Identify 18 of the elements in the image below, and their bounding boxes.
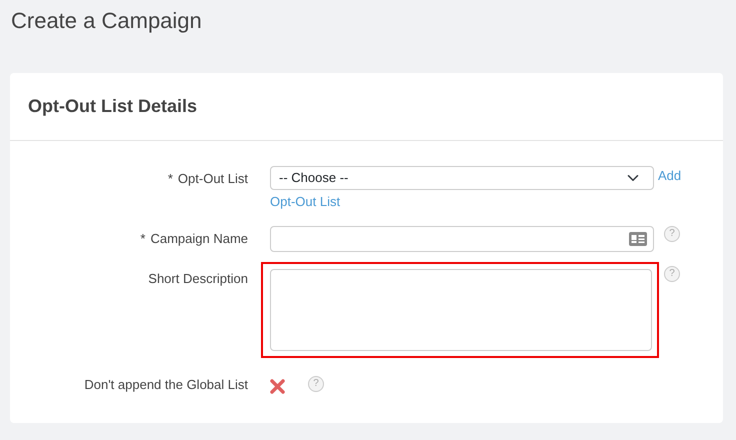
text-area[interactable] xyxy=(270,268,652,350)
add-link[interactable]: Add xyxy=(658,166,682,186)
help-icon[interactable]: ? xyxy=(308,376,324,392)
text-field[interactable] xyxy=(270,226,654,252)
required-mark: * xyxy=(140,230,146,248)
cross-icon[interactable] xyxy=(270,378,285,394)
add-link[interactable]: Opt-Out List xyxy=(270,192,340,212)
help-icon[interactable]: ? xyxy=(664,266,680,282)
card-title: Opt-Out List Details xyxy=(28,96,198,118)
help-icon[interactable]: ? xyxy=(664,226,680,242)
field-label: Opt-Out List xyxy=(178,170,248,188)
required-mark: * xyxy=(168,170,173,188)
page-title: Create a Campaign xyxy=(11,7,203,35)
opt-out-list-select[interactable]: -- Choose -- xyxy=(270,166,654,190)
contact-card-icon xyxy=(629,232,647,246)
field-label: Don't append the Global List xyxy=(84,376,248,394)
field-label: Campaign Name xyxy=(150,230,248,248)
field-label: Short Description xyxy=(148,270,248,288)
